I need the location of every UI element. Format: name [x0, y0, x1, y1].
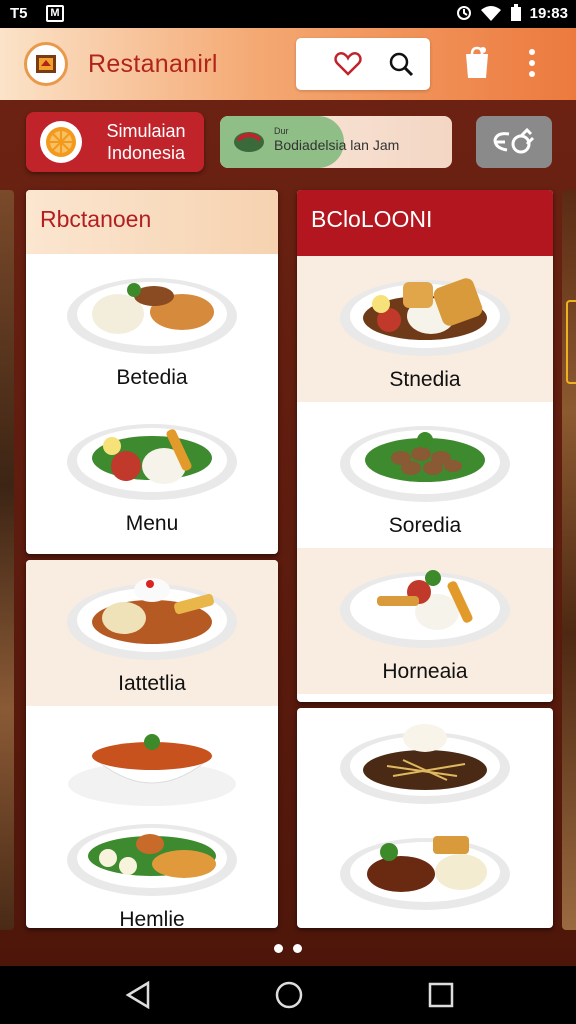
dish-image	[340, 836, 510, 910]
region-toggle[interactable]: Dur Bodiadelsia lan Jam	[220, 116, 452, 168]
toggle-label: Bodiadelsia lan Jam	[274, 137, 400, 153]
app-title: Restananirl	[88, 50, 218, 78]
dish-name: Menu	[125, 512, 179, 535]
prev-page-peek[interactable]	[0, 190, 14, 930]
menu-card-right-bottom[interactable]	[297, 708, 553, 928]
simulation-indonesia-chip[interactable]: Simulaian Indonesia	[26, 112, 204, 172]
main-content[interactable]: Simulaian Indonesia Dur Bodiadelsia lan …	[0, 100, 576, 966]
dish-image	[67, 824, 237, 896]
card-header-left: Rbctanoen	[26, 190, 278, 254]
logo-icon[interactable]	[24, 42, 68, 86]
wifi-icon	[480, 6, 501, 21]
next-page-peek[interactable]	[562, 190, 576, 930]
page-indicator	[0, 940, 576, 958]
dish-item[interactable]: Betedia	[26, 254, 278, 400]
menu-card-right-top[interactable]: BCloLOONI Stnedia Soredia Horneaia	[297, 190, 553, 702]
status-bar: T5 M 19:83	[0, 0, 576, 28]
status-carrier: T5	[10, 5, 28, 22]
dish-image	[67, 278, 237, 354]
status-notification-icon: M	[46, 5, 64, 22]
menu-card-left-bottom[interactable]: Iattetlia Hemlie	[26, 560, 278, 928]
battery-icon	[510, 4, 521, 21]
dish-name: Iattetlia	[118, 672, 186, 695]
shopping-bag-icon[interactable]	[462, 46, 492, 80]
dish-item[interactable]	[297, 814, 553, 928]
home-icon[interactable]	[274, 980, 304, 1010]
dish-name: Soredia	[388, 514, 462, 537]
card-header-right: BCloLOONI	[297, 190, 553, 256]
dish-name: Betedia	[116, 366, 188, 389]
alarm-icon	[456, 6, 471, 20]
dish-name: Hemlie	[119, 908, 185, 928]
dish-image	[68, 734, 236, 806]
toggle-caption: Dur	[274, 126, 289, 136]
dish-item[interactable]: Horneaia	[297, 548, 553, 694]
more-vert-icon[interactable]	[528, 48, 536, 78]
dish-image	[340, 426, 510, 502]
dish-item[interactable]	[297, 708, 553, 814]
dish-name: Horneaia	[382, 660, 468, 683]
app-bar: Restananirl	[0, 28, 576, 100]
dish-item[interactable]: Soredia	[297, 402, 553, 548]
dish-item[interactable]: Stnedia	[297, 256, 553, 402]
dish-image	[340, 570, 510, 648]
status-time: 19:83	[529, 4, 568, 22]
dish-image	[340, 278, 510, 356]
search-box[interactable]	[296, 38, 430, 90]
dish-image	[67, 578, 237, 660]
dish-image	[340, 724, 510, 804]
map-pin-icon	[234, 132, 264, 152]
dish-image	[67, 424, 237, 500]
location-refresh-icon	[493, 127, 535, 154]
orange-slice-icon	[40, 121, 82, 163]
simulation-chip-label: Simulaian Indonesia	[106, 121, 186, 163]
dish-item[interactable]: Menu	[26, 400, 278, 546]
system-nav-bar	[0, 966, 576, 1024]
dish-item[interactable]: Hemlie	[26, 706, 278, 928]
menu-card-left-top[interactable]: Rbctanoen Betedia Menu	[26, 190, 278, 554]
dish-item[interactable]: Iattetlia	[26, 560, 278, 706]
location-button[interactable]	[476, 116, 552, 168]
dish-name: Stnedia	[389, 368, 461, 391]
search-icon[interactable]	[388, 51, 414, 77]
page-dot[interactable]	[274, 944, 283, 953]
page-dot[interactable]	[293, 944, 302, 953]
recent-apps-icon[interactable]	[428, 982, 454, 1008]
heart-icon[interactable]	[334, 51, 362, 77]
back-icon[interactable]	[124, 980, 152, 1010]
